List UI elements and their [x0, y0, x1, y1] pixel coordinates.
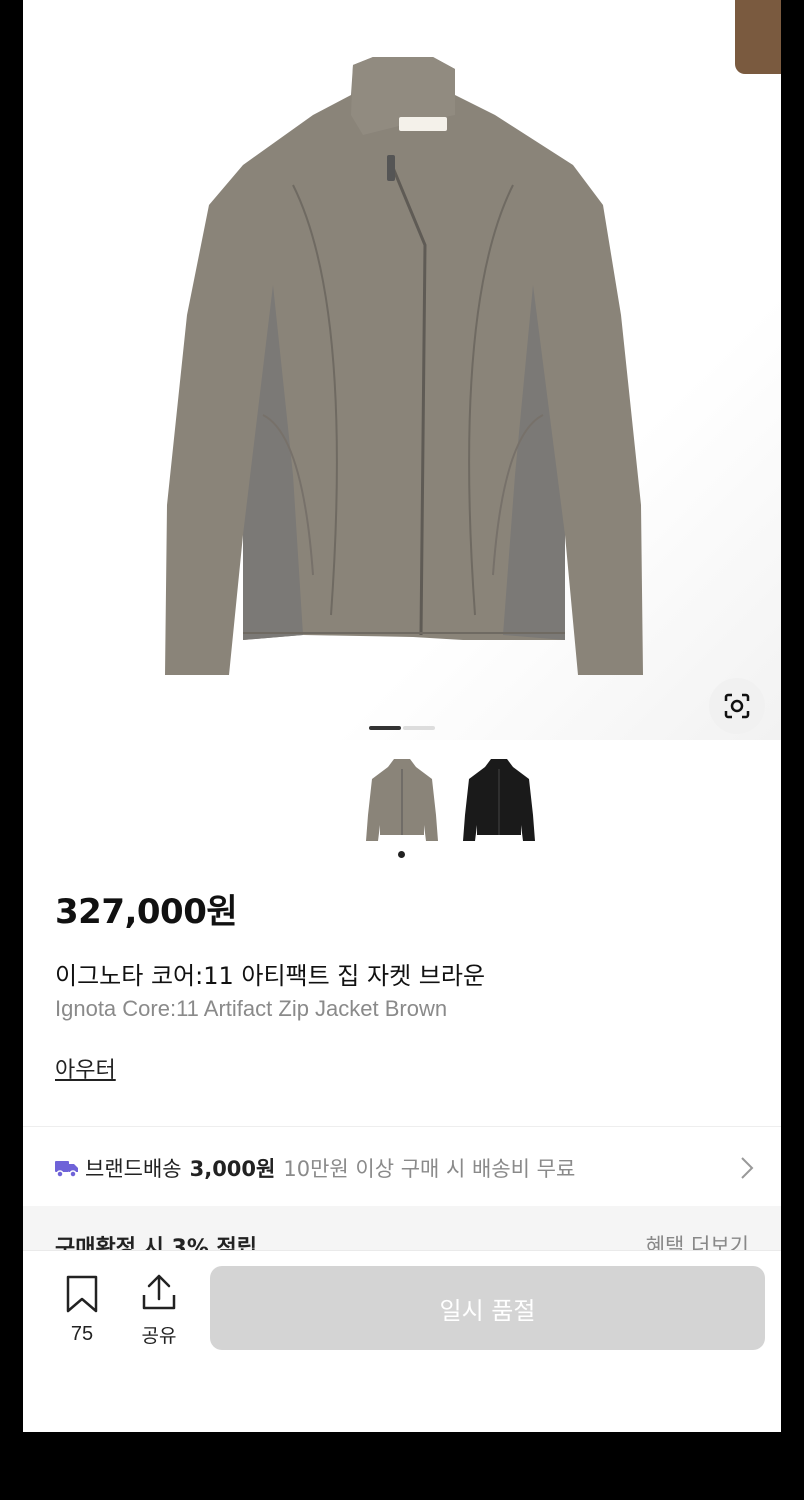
shipping-brand-label: 브랜드배송 [85, 1157, 182, 1181]
divider [23, 1126, 781, 1127]
image-search-button[interactable] [709, 678, 765, 734]
product-price: 327,000원 [55, 892, 238, 932]
left-border [0, 0, 23, 1432]
bookmark-count: 75 [70, 1323, 94, 1345]
benefit-more-link[interactable]: 혜택 더보기 [646, 1230, 749, 1250]
pagination-dot-active [369, 726, 401, 730]
product-screen: 327,000원 이그노타 코어:11 아티팩트 집 자켓 브라운 Ignota… [23, 0, 781, 1432]
truck-icon [55, 1161, 78, 1178]
sold-out-button[interactable]: 일시 품절 [210, 1266, 765, 1350]
product-image-area[interactable] [23, 0, 781, 740]
bookmark-icon [66, 1275, 98, 1313]
selected-color-dot [398, 851, 405, 858]
bottom-border [0, 1432, 804, 1500]
image-pagination [369, 726, 439, 730]
color-option-grey[interactable] [366, 755, 438, 845]
product-name-korean: 이그노타 코어:11 아티팩트 집 자켓 브라운 [55, 962, 486, 990]
share-icon [142, 1274, 176, 1310]
bottom-action-bar: 75 공유 일시 품절 [23, 1250, 781, 1432]
right-border [781, 0, 804, 1432]
color-option-black[interactable] [463, 755, 535, 845]
shipping-cost: 3,000원 [189, 1157, 276, 1181]
share-button[interactable]: 공유 [135, 1273, 183, 1348]
pagination-dot[interactable] [403, 726, 435, 730]
camera-lens-icon [724, 693, 750, 719]
bookmark-button[interactable]: 75 [61, 1275, 103, 1346]
benefit-text: 구매확정 시 3% 적립 [55, 1236, 258, 1250]
corner-tab [735, 0, 781, 74]
chevron-right-icon [741, 1157, 754, 1179]
category-link[interactable]: 아우터 [55, 1052, 116, 1084]
product-image-jacket [165, 57, 643, 675]
product-name-english: Ignota Core:11 Artifact Zip Jacket Brown [55, 996, 448, 1021]
shipping-note: 10만원 이상 구매 시 배송비 무료 [283, 1157, 576, 1181]
benefit-row[interactable]: 구매확정 시 3% 적립 혜택 더보기 [23, 1206, 781, 1250]
share-label: 공유 [141, 1325, 177, 1347]
shipping-info-row[interactable]: 브랜드배송 3,000원 10만원 이상 구매 시 배송비 무료 [55, 1150, 755, 1186]
